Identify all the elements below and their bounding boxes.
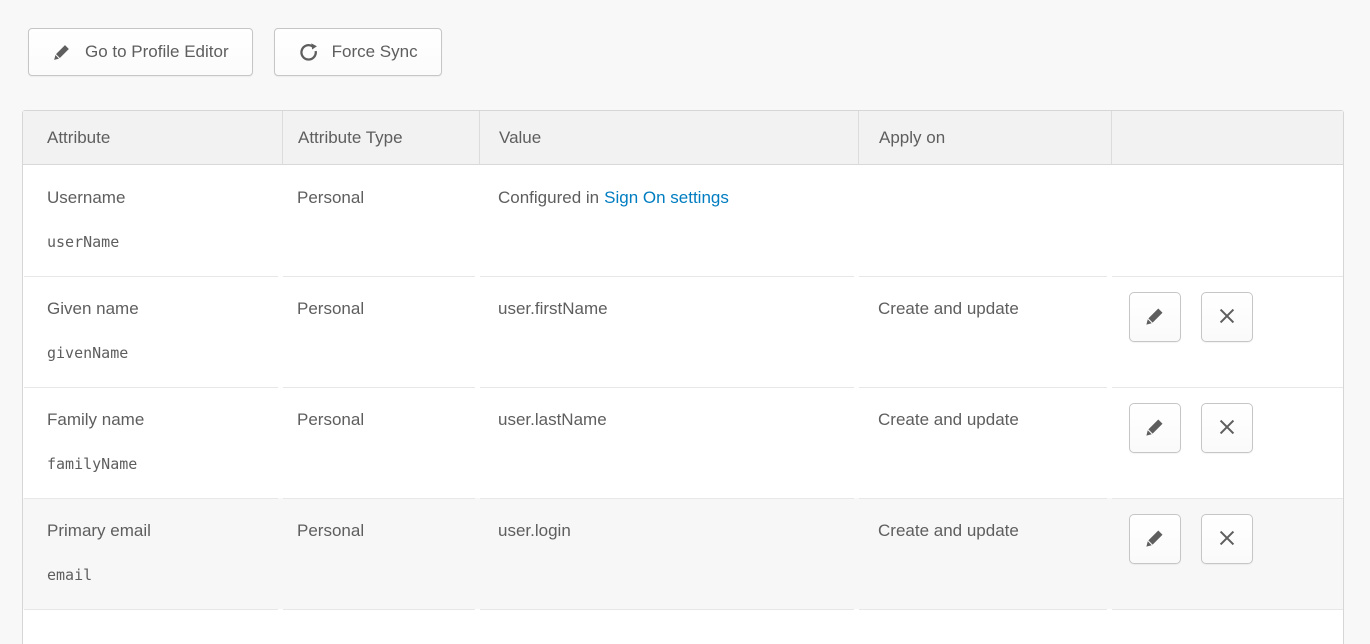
pencil-icon: [1144, 527, 1166, 552]
attribute-type: Personal: [282, 165, 479, 208]
go-to-profile-editor-label: Go to Profile Editor: [85, 42, 229, 62]
delete-attribute-button[interactable]: [1201, 514, 1253, 564]
attribute-variable-name: givenName: [23, 344, 282, 362]
attribute-value: user.login: [479, 498, 858, 541]
delete-attribute-button[interactable]: [1201, 403, 1253, 453]
attribute-variable-name: familyName: [23, 455, 282, 473]
attribute-type: Personal: [282, 498, 479, 541]
pencil-icon: [1144, 305, 1166, 330]
x-icon: [1216, 305, 1238, 330]
table-row: Primary email email Personal user.login …: [23, 498, 1343, 609]
attribute-value: user.lastName: [479, 387, 858, 430]
attribute-label: Username: [23, 165, 282, 208]
column-header-value: Value: [479, 111, 858, 165]
attribute-type: Personal: [282, 387, 479, 430]
column-header-actions: [1111, 111, 1343, 165]
attribute-label: Family name: [23, 387, 282, 430]
apply-on-value: Create and update: [858, 498, 1111, 541]
attribute-value: Configured in Sign On settings: [479, 165, 858, 208]
force-sync-button[interactable]: Force Sync: [274, 28, 442, 76]
edit-attribute-button[interactable]: [1129, 403, 1181, 453]
table-row-partial: [23, 609, 1343, 644]
delete-attribute-button[interactable]: [1201, 292, 1253, 342]
apply-on-value: [858, 165, 1111, 188]
pencil-icon: [52, 42, 72, 62]
table-header-row: Attribute Attribute Type Value Apply on: [23, 111, 1343, 165]
refresh-icon: [298, 42, 319, 63]
attribute-variable-name: userName: [23, 233, 282, 251]
force-sync-label: Force Sync: [332, 42, 418, 62]
apply-on-value: Create and update: [858, 387, 1111, 430]
x-icon: [1216, 527, 1238, 552]
x-icon: [1216, 416, 1238, 441]
table-row: Family name familyName Personal user.las…: [23, 387, 1343, 498]
edit-attribute-button[interactable]: [1129, 292, 1181, 342]
toolbar: Go to Profile Editor Force Sync: [28, 28, 442, 76]
attribute-type: Personal: [282, 276, 479, 319]
column-header-apply-on: Apply on: [858, 111, 1111, 165]
sign-on-settings-link[interactable]: Sign On settings: [604, 188, 729, 207]
go-to-profile-editor-button[interactable]: Go to Profile Editor: [28, 28, 253, 76]
attribute-value: user.firstName: [479, 276, 858, 319]
column-header-attribute-type: Attribute Type: [282, 111, 479, 165]
column-header-attribute: Attribute: [23, 111, 282, 165]
value-prefix-text: Configured in: [498, 188, 599, 207]
apply-on-value: Create and update: [858, 276, 1111, 319]
attribute-variable-name: email: [23, 566, 282, 584]
pencil-icon: [1144, 416, 1166, 441]
attribute-label: Given name: [23, 276, 282, 319]
table-row: Given name givenName Personal user.first…: [23, 276, 1343, 387]
attribute-label: Primary email: [23, 498, 282, 541]
table-row: Username userName Personal Configured in…: [23, 165, 1343, 276]
edit-attribute-button[interactable]: [1129, 514, 1181, 564]
attribute-mapping-table: Attribute Attribute Type Value Apply on …: [22, 110, 1344, 644]
